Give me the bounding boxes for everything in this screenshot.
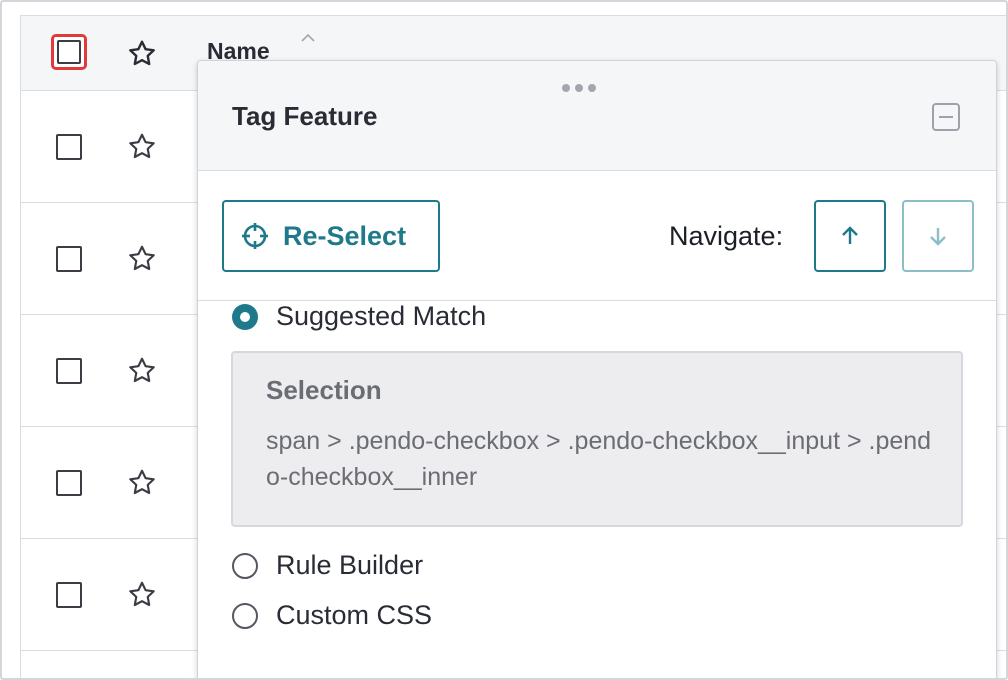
reselect-button[interactable]: Re-Select: [222, 200, 440, 272]
navigate-up-button[interactable]: [814, 200, 886, 272]
selection-value: span > .pendo-checkbox > .pendo-checkbox…: [266, 427, 932, 491]
star-icon[interactable]: [126, 579, 158, 611]
panel-title: Tag Feature: [232, 101, 378, 131]
option-custom-css[interactable]: Custom CSS: [232, 600, 432, 631]
option-label: Rule Builder: [276, 550, 424, 580]
select-all-checkbox[interactable]: [51, 34, 87, 70]
arrow-down-icon: [930, 228, 946, 246]
panel-header: Tag Feature: [198, 61, 996, 171]
row-checkbox[interactable]: [56, 582, 82, 608]
star-icon[interactable]: [126, 131, 158, 163]
selection-box: Selection span > .pendo-checkbox > .pend…: [231, 351, 963, 527]
star-icon[interactable]: [126, 243, 158, 275]
tag-feature-panel: Tag Feature Re-Select Navigate: Suggeste…: [197, 60, 997, 678]
minimize-icon[interactable]: [932, 103, 960, 131]
star-icon[interactable]: [126, 355, 158, 387]
star-icon[interactable]: [126, 467, 158, 499]
select-all-checkbox-box: [57, 40, 81, 64]
option-suggested-match[interactable]: Suggested Match: [232, 301, 486, 332]
option-label: Suggested Match: [276, 301, 487, 331]
navigate-down-button[interactable]: [902, 200, 974, 272]
sort-ascending-icon[interactable]: [300, 32, 316, 44]
row-checkbox[interactable]: [56, 246, 82, 272]
radio-custom-css[interactable]: [232, 602, 258, 629]
arrow-up-icon: [842, 226, 858, 244]
option-label: Custom CSS: [276, 600, 433, 630]
row-checkbox[interactable]: [56, 134, 82, 160]
star-icon[interactable]: [126, 38, 158, 70]
navigate-label: Navigate:: [669, 221, 784, 251]
row-checkbox[interactable]: [56, 358, 82, 384]
selection-title: Selection: [266, 375, 382, 405]
radio-rule-builder[interactable]: [232, 552, 258, 579]
reselect-label: Re-Select: [283, 220, 407, 251]
crosshair-icon: [242, 223, 268, 249]
row-checkbox[interactable]: [56, 470, 82, 496]
app-window: Name Tag Feature Re-Select Navigate: Sug…: [0, 0, 1008, 680]
radio-suggested-match[interactable]: [232, 303, 258, 330]
drag-handle-icon[interactable]: [562, 79, 602, 92]
panel-toolbar: Re-Select Navigate:: [198, 171, 996, 301]
option-rule-builder[interactable]: Rule Builder: [232, 550, 423, 581]
